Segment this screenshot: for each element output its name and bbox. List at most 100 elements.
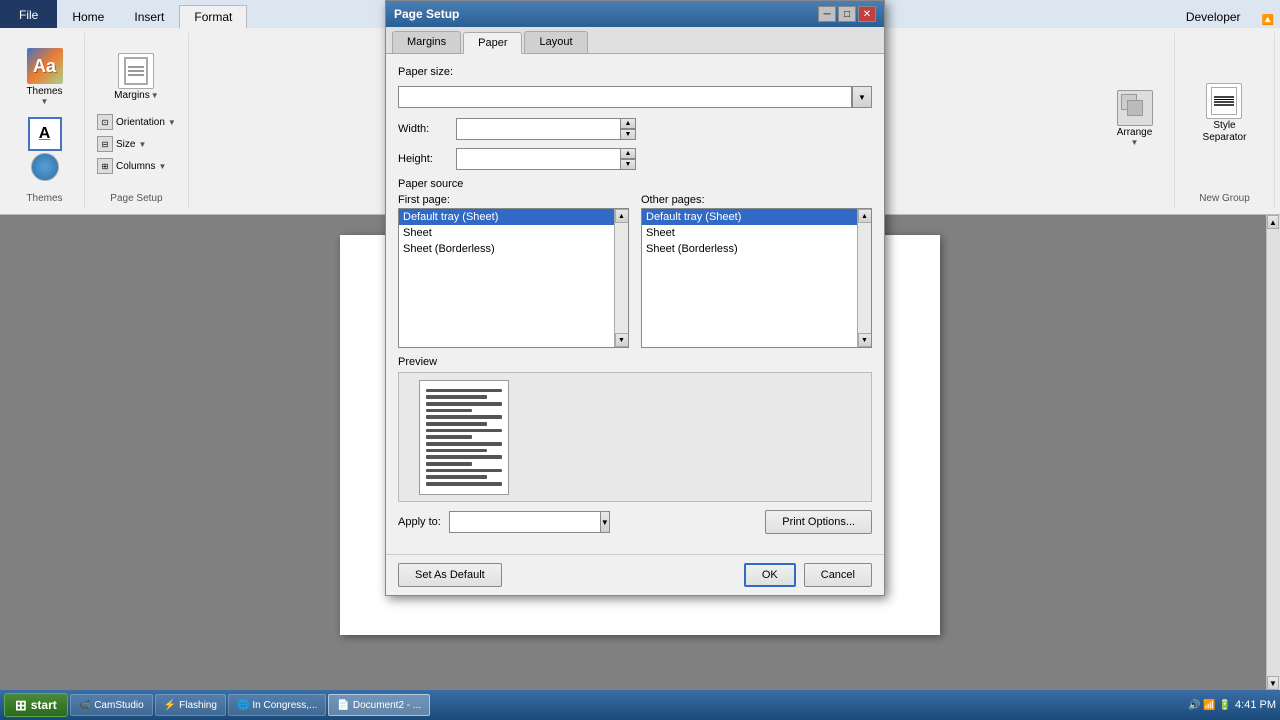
preview-line-9 bbox=[426, 442, 502, 446]
other-pages-item-0[interactable]: Default tray (Sheet) bbox=[642, 209, 871, 225]
word-icon: 📄 bbox=[337, 700, 349, 711]
width-spin-up[interactable]: ▲ bbox=[620, 118, 636, 129]
font-color-a[interactable]: A bbox=[28, 117, 62, 151]
size-button[interactable]: ⊟ Size ▼ bbox=[93, 134, 180, 154]
height-spinner: ▲ ▼ bbox=[620, 148, 636, 170]
browser-icon: 🌐 bbox=[237, 700, 249, 711]
scroll-up[interactable]: ▲ bbox=[1267, 215, 1279, 229]
width-input[interactable]: 8.5" bbox=[456, 118, 620, 140]
print-options-button[interactable]: Print Options... bbox=[765, 510, 872, 534]
themes-icon: Aa bbox=[27, 48, 63, 84]
paper-size-input[interactable]: Letter (8 1/2 x 11 in) bbox=[398, 86, 852, 108]
main-scrollbar[interactable]: ▲ ▼ bbox=[1266, 215, 1280, 690]
tab-developer[interactable]: Developer bbox=[1171, 4, 1256, 28]
other-pages-item-1[interactable]: Sheet bbox=[642, 225, 871, 241]
dialog-close-button[interactable]: ✕ bbox=[858, 6, 876, 22]
style-separator-icon bbox=[1206, 83, 1242, 119]
other-pages-item-2[interactable]: Sheet (Borderless) bbox=[642, 241, 871, 257]
orientation-button[interactable]: ⊡ Orientation ▼ bbox=[93, 112, 180, 132]
tab-insert[interactable]: Insert bbox=[119, 4, 179, 28]
apply-to-dropdown-btn[interactable]: ▼ bbox=[600, 511, 610, 533]
taskbar-browser[interactable]: 🌐 In Congress,... bbox=[228, 694, 326, 716]
margins-icon bbox=[118, 53, 154, 89]
themes-button[interactable]: Aa Themes ▼ bbox=[23, 45, 65, 109]
other-pages-scroll-up[interactable]: ▲ bbox=[858, 209, 872, 223]
dialog-tab-paper[interactable]: Paper bbox=[463, 32, 522, 54]
first-page-scroll-down[interactable]: ▼ bbox=[615, 333, 629, 347]
other-pages-scrollbar[interactable]: ▲ ▼ bbox=[857, 209, 871, 347]
other-pages-section: Other pages: Default tray (Sheet) Sheet … bbox=[641, 194, 872, 348]
dialog-restore-button[interactable]: □ bbox=[838, 6, 856, 22]
margins-button[interactable]: Margins ▼ bbox=[111, 50, 162, 104]
color-circle[interactable] bbox=[31, 153, 59, 181]
height-spin-down[interactable]: ▼ bbox=[620, 159, 636, 170]
preview-line-6 bbox=[426, 422, 487, 426]
height-input-container: 11" ▲ ▼ bbox=[456, 148, 636, 170]
ribbon-collapse-icon[interactable]: 🔼 bbox=[1262, 15, 1274, 26]
first-page-scrollbar[interactable]: ▲ ▼ bbox=[614, 209, 628, 347]
dialog-title: Page Setup bbox=[394, 7, 459, 21]
taskbar-flashing[interactable]: ⚡ Flashing bbox=[155, 694, 226, 716]
cancel-button[interactable]: Cancel bbox=[804, 563, 872, 587]
dialog-minimize-button[interactable]: ─ bbox=[818, 6, 836, 22]
apply-to-label: Apply to: bbox=[398, 516, 441, 528]
other-pages-scroll-down[interactable]: ▼ bbox=[858, 333, 872, 347]
style-sep-group-content: StyleSeparator bbox=[1200, 37, 1250, 189]
paper-size-dropdown-btn[interactable]: ▼ bbox=[852, 86, 872, 108]
group-themes: Aa Themes ▼ A Themes bbox=[5, 33, 85, 208]
ok-button[interactable]: OK bbox=[744, 563, 796, 587]
preview-label: Preview bbox=[398, 356, 872, 368]
windows-logo: ⊞ bbox=[15, 697, 27, 714]
columns-icon: ⊞ bbox=[97, 158, 113, 174]
other-pages-list[interactable]: Default tray (Sheet) Sheet Sheet (Border… bbox=[641, 208, 872, 348]
preview-line-1 bbox=[426, 389, 502, 393]
apply-to-row: Apply to: Whole document ▼ Print Options… bbox=[398, 510, 872, 534]
first-page-list[interactable]: Default tray (Sheet) Sheet Sheet (Border… bbox=[398, 208, 629, 348]
preview-line-15 bbox=[426, 482, 502, 486]
taskbar: ⊞ start 📹 CamStudio ⚡ Flashing 🌐 In Cong… bbox=[0, 690, 1280, 720]
first-page-scroll-up[interactable]: ▲ bbox=[615, 209, 629, 223]
first-page-item-0[interactable]: Default tray (Sheet) bbox=[399, 209, 628, 225]
paper-size-row: Paper size: bbox=[398, 66, 872, 78]
flashing-icon: ⚡ bbox=[164, 700, 176, 711]
dialog-tab-margins[interactable]: Margins bbox=[392, 31, 461, 53]
clock: 4:41 PM bbox=[1235, 699, 1276, 711]
height-input[interactable]: 11" bbox=[456, 148, 620, 170]
arrange-group-content: Arrange ▼ bbox=[1114, 37, 1156, 200]
apply-to-input[interactable]: Whole document bbox=[449, 511, 600, 533]
page-setup-group-content: Margins ▼ ⊡ Orientation ▼ ⊟ Size ▼ bbox=[93, 37, 180, 189]
first-page-item-1[interactable]: Sheet bbox=[399, 225, 628, 241]
tab-format[interactable]: Format bbox=[179, 5, 247, 29]
scroll-down[interactable]: ▼ bbox=[1267, 676, 1279, 690]
start-button[interactable]: ⊞ start bbox=[4, 693, 68, 717]
dialog-tab-layout[interactable]: Layout bbox=[524, 31, 587, 53]
columns-button[interactable]: ⊞ Columns ▼ bbox=[93, 156, 180, 176]
themes-chevron: ▼ bbox=[41, 97, 49, 106]
first-page-item-2[interactable]: Sheet (Borderless) bbox=[399, 241, 628, 257]
dialog-titlebar: Page Setup ─ □ ✕ bbox=[386, 1, 884, 27]
tab-file[interactable]: File bbox=[0, 0, 57, 28]
height-spin-up[interactable]: ▲ bbox=[620, 148, 636, 159]
set-as-default-button[interactable]: Set As Default bbox=[398, 563, 502, 587]
width-input-container: 8.5" ▲ ▼ bbox=[456, 118, 636, 140]
preview-line-14 bbox=[426, 475, 487, 479]
taskbar-word[interactable]: 📄 Document2 - ... bbox=[328, 694, 430, 716]
start-label: start bbox=[31, 698, 57, 712]
style-sep-group-label: New Group bbox=[1199, 189, 1250, 204]
style-separator-button[interactable]: StyleSeparator bbox=[1200, 80, 1250, 147]
width-spinner: ▲ ▼ bbox=[620, 118, 636, 140]
preview-line-4 bbox=[426, 409, 472, 413]
dialog-ok-cancel: OK Cancel bbox=[744, 563, 872, 587]
width-spin-down[interactable]: ▼ bbox=[620, 129, 636, 140]
arrange-icon bbox=[1117, 90, 1153, 126]
tab-home[interactable]: Home bbox=[57, 4, 119, 28]
arrange-button[interactable]: Arrange ▼ bbox=[1114, 87, 1156, 150]
preview-line-3 bbox=[426, 402, 502, 406]
group-style-separator: StyleSeparator New Group bbox=[1175, 33, 1275, 208]
apply-to-select-container: Whole document ▼ bbox=[449, 511, 609, 533]
preview-page bbox=[419, 380, 509, 495]
taskbar-camstudio[interactable]: 📹 CamStudio bbox=[70, 694, 153, 716]
orientation-icon: ⊡ bbox=[97, 114, 113, 130]
dialog-controls: ─ □ ✕ bbox=[818, 6, 876, 22]
first-page-section: First page: Default tray (Sheet) Sheet S… bbox=[398, 194, 629, 348]
